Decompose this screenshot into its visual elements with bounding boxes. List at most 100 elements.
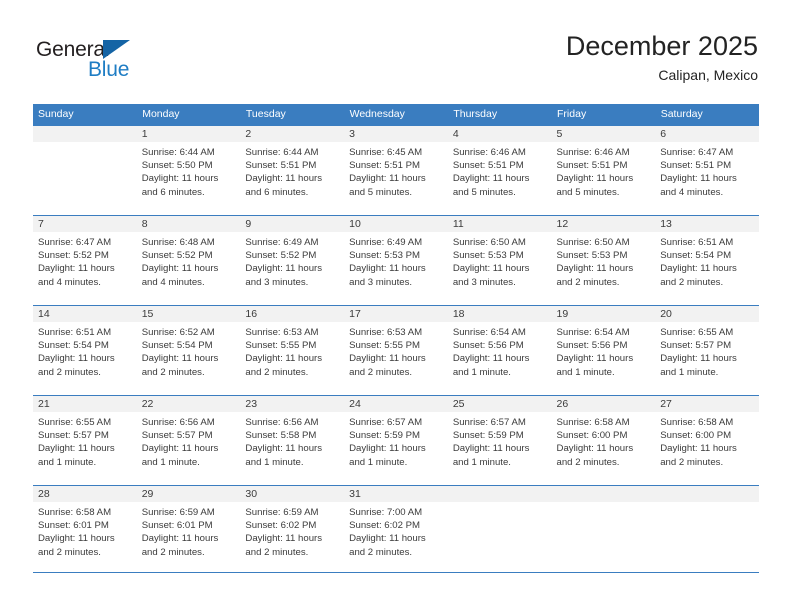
day-number: 4 <box>447 126 552 142</box>
calendar-head: Sunday Monday Tuesday Wednesday Thursday… <box>33 104 759 126</box>
day-cell[interactable]: 13 Sunrise: 6:51 AM Sunset: 5:54 PM Dayl… <box>655 215 759 306</box>
day-cell[interactable]: 14 Sunrise: 6:51 AM Sunset: 5:54 PM Dayl… <box>33 305 137 396</box>
day-number: 16 <box>240 306 345 322</box>
sunset-line: Sunset: 5:54 PM <box>38 340 109 352</box>
day-number: 22 <box>136 396 241 412</box>
sunset-line: Sunset: 5:51 PM <box>349 160 421 172</box>
sunrise-line: Sunrise: 6:46 AM <box>452 147 526 158</box>
day-details: Sunrise: 6:59 AM Sunset: 6:02 PM Dayligh… <box>240 502 344 559</box>
day-details: Sunrise: 7:00 AM Sunset: 6:02 PM Dayligh… <box>344 502 448 559</box>
day-cell[interactable]: 15 Sunrise: 6:52 AM Sunset: 5:54 PM Dayl… <box>136 305 241 396</box>
day-cell[interactable]: 7 Sunrise: 6:47 AM Sunset: 5:52 PM Dayli… <box>33 215 137 306</box>
day-cell[interactable]: 30 Sunrise: 6:59 AM Sunset: 6:02 PM Dayl… <box>240 485 345 573</box>
sunrise-line: Sunrise: 6:59 AM <box>141 507 215 518</box>
day-cell[interactable]: 19 Sunrise: 6:54 AM Sunset: 5:56 PM Dayl… <box>551 305 656 396</box>
day-cell[interactable]: 31 Sunrise: 7:00 AM Sunset: 6:02 PM Dayl… <box>344 485 448 573</box>
sunset-line: Sunset: 5:56 PM <box>452 340 524 352</box>
daylight-line: Daylight: 11 hours and 3 minutes. <box>452 263 530 288</box>
sunset-line: Sunset: 5:51 PM <box>660 160 732 172</box>
daylight-line: Daylight: 11 hours and 5 minutes. <box>452 173 530 198</box>
sunrise-line: Sunrise: 6:54 AM <box>452 327 526 338</box>
day-number: 23 <box>240 396 345 412</box>
day-cell[interactable]: 1 Sunrise: 6:44 AM Sunset: 5:50 PM Dayli… <box>136 125 241 216</box>
daylight-line: Daylight: 11 hours and 2 minutes. <box>349 533 426 558</box>
dow-header-thursday: Thursday <box>447 104 553 126</box>
sunrise-line: Sunrise: 6:50 AM <box>452 237 526 248</box>
sunrise-line: Sunrise: 6:48 AM <box>141 237 215 248</box>
sunrise-line: Sunrise: 6:53 AM <box>349 327 423 338</box>
daylight-line: Daylight: 11 hours and 2 minutes. <box>556 443 634 468</box>
day-cell[interactable]: 21 Sunrise: 6:55 AM Sunset: 5:57 PM Dayl… <box>33 395 137 486</box>
day-cell[interactable]: 6 Sunrise: 6:47 AM Sunset: 5:51 PM Dayli… <box>655 125 759 216</box>
dow-header-sunday: Sunday <box>33 104 138 126</box>
day-cell[interactable]: 2 Sunrise: 6:44 AM Sunset: 5:51 PM Dayli… <box>240 125 345 216</box>
day-cell[interactable]: 3 Sunrise: 6:45 AM Sunset: 5:51 PM Dayli… <box>344 125 448 216</box>
day-cell[interactable]: 12 Sunrise: 6:50 AM Sunset: 5:53 PM Dayl… <box>551 215 656 306</box>
day-details: Sunrise: 6:49 AM Sunset: 5:53 PM Dayligh… <box>344 232 448 289</box>
day-cell[interactable]: 22 Sunrise: 6:56 AM Sunset: 5:57 PM Dayl… <box>136 395 241 486</box>
sunset-line: Sunset: 5:54 PM <box>660 250 732 262</box>
day-cell[interactable]: 24 Sunrise: 6:57 AM Sunset: 5:59 PM Dayl… <box>344 395 448 486</box>
sunset-line: Sunset: 6:01 PM <box>141 520 213 532</box>
day-cell[interactable]: 9 Sunrise: 6:49 AM Sunset: 5:52 PM Dayli… <box>240 215 345 306</box>
dow-header-saturday: Saturday <box>655 104 759 126</box>
logo-text-blue: Blue <box>88 58 130 81</box>
sunset-line: Sunset: 5:59 PM <box>349 430 421 442</box>
day-cell[interactable] <box>33 125 137 216</box>
day-cell[interactable]: 26 Sunrise: 6:58 AM Sunset: 6:00 PM Dayl… <box>551 395 656 486</box>
day-cell[interactable]: 5 Sunrise: 6:46 AM Sunset: 5:51 PM Dayli… <box>551 125 656 216</box>
day-cell[interactable]: 28 Sunrise: 6:58 AM Sunset: 6:01 PM Dayl… <box>33 485 137 573</box>
day-cell[interactable]: 10 Sunrise: 6:49 AM Sunset: 5:53 PM Dayl… <box>344 215 448 306</box>
day-cell[interactable]: 4 Sunrise: 6:46 AM Sunset: 5:51 PM Dayli… <box>447 125 552 216</box>
sunrise-line: Sunrise: 6:44 AM <box>141 147 215 158</box>
day-cell[interactable]: 17 Sunrise: 6:53 AM Sunset: 5:55 PM Dayl… <box>344 305 448 396</box>
day-cell[interactable]: 27 Sunrise: 6:58 AM Sunset: 6:00 PM Dayl… <box>655 395 759 486</box>
sunset-line: Sunset: 5:54 PM <box>141 340 213 352</box>
daylight-line: Daylight: 11 hours and 2 minutes. <box>141 533 219 558</box>
daylight-line: Daylight: 11 hours and 2 minutes. <box>660 263 737 288</box>
day-number: 10 <box>344 216 448 232</box>
sunrise-line: Sunrise: 6:59 AM <box>245 507 319 518</box>
day-cell[interactable]: 20 Sunrise: 6:55 AM Sunset: 5:57 PM Dayl… <box>655 305 759 396</box>
day-details: Sunrise: 6:56 AM Sunset: 5:57 PM Dayligh… <box>137 412 241 469</box>
sunset-line: Sunset: 5:53 PM <box>556 250 628 262</box>
sunset-line: Sunset: 5:52 PM <box>141 250 213 262</box>
day-cell[interactable]: 16 Sunrise: 6:53 AM Sunset: 5:55 PM Dayl… <box>240 305 345 396</box>
day-number: 30 <box>240 486 345 502</box>
daylight-line: Daylight: 11 hours and 6 minutes. <box>141 173 219 198</box>
page-header: General Blue December 2025 Calipan, Mexi… <box>0 0 792 104</box>
day-details: Sunrise: 6:44 AM Sunset: 5:50 PM Dayligh… <box>137 142 241 199</box>
day-cell-empty <box>447 485 552 573</box>
daylight-line: Daylight: 11 hours and 2 minutes. <box>38 353 115 378</box>
day-details: Sunrise: 6:58 AM Sunset: 6:01 PM Dayligh… <box>33 502 137 559</box>
daylight-line: Daylight: 11 hours and 2 minutes. <box>38 533 115 558</box>
day-number: 12 <box>551 216 656 232</box>
day-details <box>33 142 137 146</box>
day-cell[interactable]: 8 Sunrise: 6:48 AM Sunset: 5:52 PM Dayli… <box>136 215 241 306</box>
sunrise-line: Sunrise: 6:49 AM <box>349 237 423 248</box>
sunset-line: Sunset: 5:52 PM <box>245 250 317 262</box>
day-cell[interactable]: 23 Sunrise: 6:56 AM Sunset: 5:58 PM Dayl… <box>240 395 345 486</box>
sunset-line: Sunset: 5:59 PM <box>452 430 524 442</box>
day-cell[interactable]: 29 Sunrise: 6:59 AM Sunset: 6:01 PM Dayl… <box>136 485 241 573</box>
day-number: 7 <box>33 216 137 232</box>
dow-header-friday: Friday <box>551 104 656 126</box>
calendar-week-row: 14 Sunrise: 6:51 AM Sunset: 5:54 PM Dayl… <box>33 305 759 396</box>
day-details: Sunrise: 6:50 AM Sunset: 5:53 PM Dayligh… <box>552 232 656 289</box>
day-number: 31 <box>344 486 448 502</box>
day-cell[interactable]: 18 Sunrise: 6:54 AM Sunset: 5:56 PM Dayl… <box>447 305 552 396</box>
day-cell[interactable]: 25 Sunrise: 6:57 AM Sunset: 5:59 PM Dayl… <box>447 395 552 486</box>
day-cell[interactable]: 11 Sunrise: 6:50 AM Sunset: 5:53 PM Dayl… <box>447 215 552 306</box>
day-number: 8 <box>136 216 241 232</box>
daylight-line: Daylight: 11 hours and 3 minutes. <box>349 263 426 288</box>
sunrise-line: Sunrise: 6:56 AM <box>245 417 319 428</box>
daylight-line: Daylight: 11 hours and 4 minutes. <box>660 173 737 198</box>
daylight-line: Daylight: 11 hours and 1 minute. <box>349 443 426 468</box>
day-number: 5 <box>551 126 656 142</box>
daylight-line: Daylight: 11 hours and 1 minute. <box>660 353 737 378</box>
daylight-line: Daylight: 11 hours and 1 minute. <box>556 353 634 378</box>
general-blue-logo[interactable]: General Blue <box>36 38 166 84</box>
day-details: Sunrise: 6:58 AM Sunset: 6:00 PM Dayligh… <box>655 412 759 469</box>
sunrise-line: Sunrise: 7:00 AM <box>349 507 423 518</box>
day-details: Sunrise: 6:52 AM Sunset: 5:54 PM Dayligh… <box>137 322 241 379</box>
